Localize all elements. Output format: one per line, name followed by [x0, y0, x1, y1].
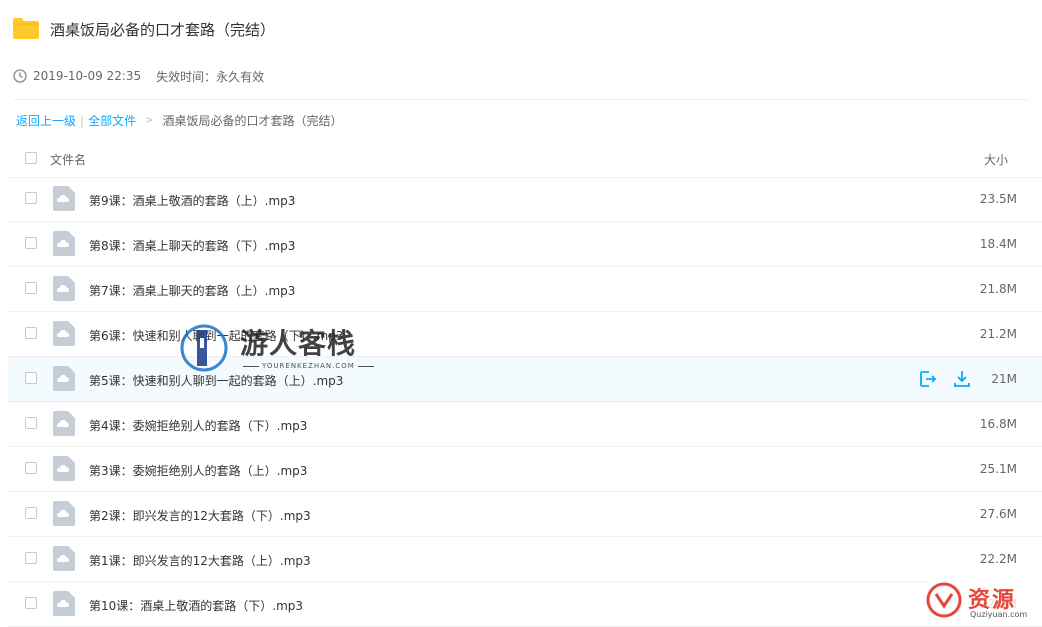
- file-size: 23.5M: [979, 192, 1017, 206]
- file-checkbox[interactable]: [25, 597, 37, 609]
- breadcrumb-separator: |: [80, 113, 85, 128]
- breadcrumb-current: 酒桌饭局必备的口才套路（完结）: [162, 114, 343, 128]
- share-meta: 2019-10-09 22:35 失效时间：永久有效: [13, 66, 264, 86]
- file-size: 18.4M: [979, 237, 1017, 251]
- file-row[interactable]: 第1课：即兴发言的12大套路（上）.mp3 22.2M: [8, 537, 1042, 582]
- file-checkbox[interactable]: [25, 507, 37, 519]
- file-size: 16.8M: [979, 417, 1017, 431]
- file-name[interactable]: 第7课：酒桌上聊天的套路（上）.mp3: [89, 282, 295, 299]
- file-size: 21.8M: [979, 282, 1017, 296]
- share-time: 2019-10-09 22:35: [33, 69, 142, 83]
- file-checkbox[interactable]: [25, 417, 37, 429]
- file-name[interactable]: 第3课：委婉拒绝别人的套路（上）.mp3: [89, 462, 307, 479]
- file-name[interactable]: 第1课：即兴发言的12大套路（上）.mp3: [89, 552, 311, 569]
- file-checkbox[interactable]: [25, 462, 37, 474]
- file-checkbox[interactable]: [25, 237, 37, 249]
- file-row[interactable]: 第5课：快速和别人聊到一起的套路（上）.mp3 21M: [8, 357, 1042, 402]
- audio-file-icon: [53, 501, 75, 526]
- audio-file-icon: [53, 321, 75, 346]
- site-badge: 资源 Quziyuan.com: [926, 580, 1042, 623]
- badge-subtext: Quziyuan.com: [970, 610, 1028, 619]
- file-row[interactable]: 第6课：快速和别人聊到一起的套路（下）.mp3 21.2M: [8, 312, 1042, 357]
- audio-file-icon: [53, 456, 75, 481]
- divider: [13, 99, 1029, 100]
- audio-file-icon: [53, 231, 75, 256]
- save-to-netdisk-icon[interactable]: [918, 369, 938, 389]
- file-row[interactable]: 第8课：酒桌上聊天的套路（下）.mp3 18.4M: [8, 222, 1042, 267]
- file-size: 27.6M: [979, 507, 1017, 521]
- quziyuan-logo: [926, 582, 962, 618]
- file-list: 第9课：酒桌上敬酒的套路（上）.mp3 23.5M 第8课：酒桌上聊天的套路（下）.…: [8, 177, 1042, 627]
- file-name[interactable]: 第10课：酒桌上敬酒的套路（下）.mp3: [89, 597, 303, 614]
- file-row[interactable]: 第2课：即兴发言的12大套路（下）.mp3 27.6M: [8, 492, 1042, 537]
- audio-file-icon: [53, 591, 75, 616]
- file-size: 22.2M: [979, 552, 1017, 566]
- watermark: 游人客栈 YOURENKEZHAN.COM: [178, 318, 378, 378]
- file-row[interactable]: 第3课：委婉拒绝别人的套路（上）.mp3 25.1M: [8, 447, 1042, 492]
- file-row[interactable]: 第9课：酒桌上敬酒的套路（上）.mp3 23.5M: [8, 177, 1042, 222]
- share-header: 酒桌饭局必备的口才套路（完结）: [0, 0, 1042, 60]
- file-checkbox[interactable]: [25, 327, 37, 339]
- watermark-logo: [180, 324, 228, 372]
- breadcrumb-arrow: >: [145, 115, 154, 126]
- audio-file-icon: [53, 366, 75, 391]
- column-filename[interactable]: 文件名: [50, 151, 86, 168]
- file-size: 21.2M: [979, 327, 1017, 341]
- audio-file-icon: [53, 546, 75, 571]
- file-name[interactable]: 第4课：委婉拒绝别人的套路（下）.mp3: [89, 417, 307, 434]
- audio-file-icon: [53, 276, 75, 301]
- file-checkbox[interactable]: [25, 192, 37, 204]
- file-row[interactable]: 第10课：酒桌上敬酒的套路（下）.mp322.5M: [8, 582, 1042, 627]
- watermark-subtext: YOURENKEZHAN.COM: [240, 362, 377, 370]
- breadcrumb: 返回上一级 | 全部文件 > 酒桌饭局必备的口才套路（完结）: [16, 112, 342, 129]
- back-link[interactable]: 返回上一级: [16, 112, 76, 129]
- all-files-link[interactable]: 全部文件: [88, 112, 136, 129]
- file-checkbox[interactable]: [25, 372, 37, 384]
- file-checkbox[interactable]: [25, 552, 37, 564]
- audio-file-icon: [53, 186, 75, 211]
- file-name[interactable]: 第9课：酒桌上敬酒的套路（上）.mp3: [89, 192, 295, 209]
- file-checkbox[interactable]: [25, 282, 37, 294]
- folder-icon: [13, 18, 39, 39]
- file-list-header: 文件名 大小: [8, 140, 1042, 178]
- audio-file-icon: [53, 411, 75, 436]
- file-size: 25.1M: [979, 462, 1017, 476]
- select-all-checkbox[interactable]: [25, 152, 37, 164]
- file-row[interactable]: 第7课：酒桌上聊天的套路（上）.mp3 21.8M: [8, 267, 1042, 312]
- watermark-text: 游人客栈: [240, 327, 357, 360]
- column-size[interactable]: 大小: [984, 151, 1008, 168]
- file-name[interactable]: 第2课：即兴发言的12大套路（下）.mp3: [89, 507, 311, 524]
- file-size: 21M: [991, 372, 1017, 386]
- file-name[interactable]: 第8课：酒桌上聊天的套路（下）.mp3: [89, 237, 295, 254]
- page-title: 酒桌饭局必备的口才套路（完结）: [50, 21, 276, 39]
- file-row[interactable]: 第4课：委婉拒绝别人的套路（下）.mp3 16.8M: [8, 402, 1042, 447]
- clock-icon: [13, 69, 27, 83]
- expire-text: 失效时间：永久有效: [156, 69, 265, 84]
